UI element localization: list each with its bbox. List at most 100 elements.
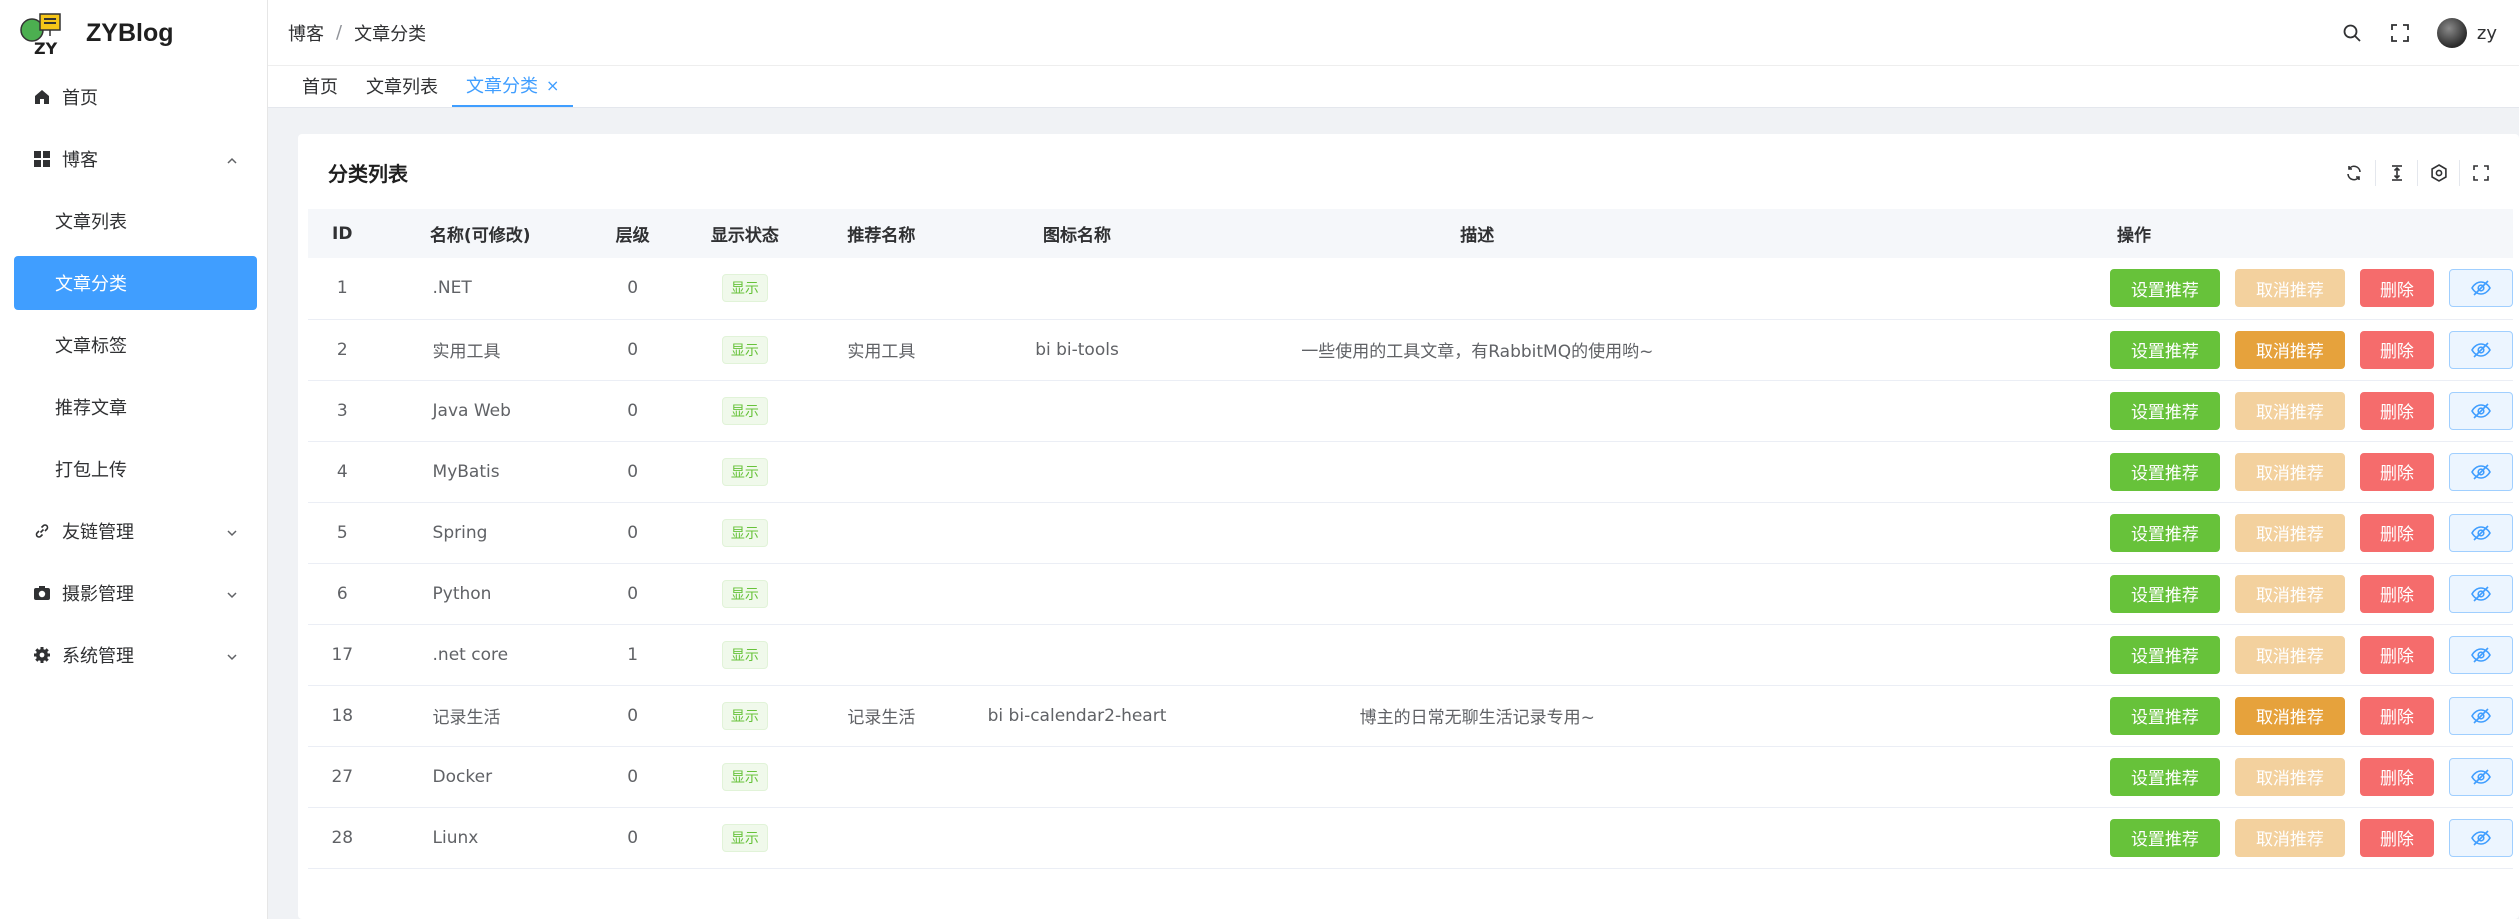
cancel-recommend-button[interactable]: 取消推荐 [2234,269,2345,308]
cancel-recommend-button[interactable]: 取消推荐 [2234,452,2345,491]
fullscreen-icon[interactable] [2459,160,2501,186]
hide-button[interactable] [2448,513,2513,552]
eye-slash-icon [2471,646,2491,664]
status-badge: 显示 [721,335,768,364]
set-recommend-button[interactable]: 设置推荐 [2109,452,2220,491]
hide-button[interactable] [2448,696,2513,735]
set-recommend-button[interactable]: 设置推荐 [2109,330,2220,369]
column-height-icon[interactable] [2375,160,2417,186]
cell-name[interactable]: .NET [376,258,584,320]
set-recommend-button[interactable]: 设置推荐 [2109,391,2220,430]
cell-name[interactable]: 实用工具 [376,319,584,381]
eye-slash-icon [2471,279,2491,297]
cell-level: 0 [583,319,682,381]
table-row: 6 Python 0 显示 设置推荐 取消推荐 删除 [308,563,2513,625]
delete-button[interactable]: 删除 [2359,635,2434,674]
sidebar-item-photography[interactable]: 摄影管理 [0,562,267,624]
search-icon[interactable] [2341,22,2363,44]
set-recommend-button[interactable]: 设置推荐 [2109,574,2220,613]
hide-button[interactable] [2448,635,2513,674]
delete-button[interactable]: 删除 [2359,757,2434,796]
status-badge: 显示 [721,457,768,486]
cancel-recommend-button[interactable]: 取消推荐 [2234,574,2345,613]
table-row: 27 Docker 0 显示 设置推荐 取消推荐 删除 [308,746,2513,808]
set-recommend-button[interactable]: 设置推荐 [2109,696,2220,735]
settings-icon[interactable] [2417,160,2459,186]
breadcrumb-item-blog[interactable]: 博客 [288,20,324,46]
set-recommend-button[interactable]: 设置推荐 [2109,757,2220,796]
status-badge: 显示 [721,762,768,791]
set-recommend-button[interactable]: 设置推荐 [2109,269,2220,308]
delete-button[interactable]: 删除 [2359,574,2434,613]
status-badge: 显示 [721,579,768,608]
cell-name[interactable]: MyBatis [376,441,584,503]
hide-button[interactable] [2448,574,2513,613]
cell-name[interactable]: Python [376,563,584,625]
cell-name[interactable]: .net core [376,624,584,686]
sidebar-item-article-category[interactable]: 文章分类 [14,256,257,310]
hide-button[interactable] [2448,269,2513,308]
cancel-recommend-button[interactable]: 取消推荐 [2234,513,2345,552]
hide-button[interactable] [2448,452,2513,491]
logo[interactable]: ZY ZYBlog [0,0,267,66]
cell-name[interactable]: 记录生活 [376,685,584,747]
delete-button[interactable]: 删除 [2359,269,2434,308]
hide-button[interactable] [2448,391,2513,430]
cell-recommend-name [808,746,955,808]
cell-actions: 设置推荐 取消推荐 删除 [1754,685,2513,747]
cancel-recommend-button[interactable]: 取消推荐 [2234,391,2345,430]
cell-id: 17 [308,624,377,686]
row-actions: 设置推荐 取消推荐 删除 [1755,574,2513,613]
breadcrumb-item-current: 文章分类 [354,23,427,45]
sidebar-item-article-list[interactable]: 文章列表 [0,190,267,252]
cancel-recommend-button[interactable]: 取消推荐 [2234,330,2345,369]
hide-button[interactable] [2448,330,2513,369]
sidebar-item-home[interactable]: 首页 [0,66,267,128]
delete-button[interactable]: 删除 [2359,818,2434,857]
set-recommend-button[interactable]: 设置推荐 [2109,818,2220,857]
delete-button[interactable]: 删除 [2359,513,2434,552]
cell-id: 18 [308,685,377,747]
sidebar-item-recommended[interactable]: 推荐文章 [0,376,267,438]
hide-button[interactable] [2448,818,2513,857]
cell-name[interactable]: Spring [376,502,584,564]
cell-name[interactable]: Liunx [376,807,584,869]
fullscreen-icon[interactable] [2389,22,2411,44]
eye-slash-icon [2471,707,2491,725]
hide-button[interactable] [2448,757,2513,796]
cell-actions: 设置推荐 取消推荐 删除 [1754,746,2513,808]
cell-icon-name [954,746,1200,808]
sidebar-item-links[interactable]: 友链管理 [0,500,267,562]
tab-home[interactable]: 首页 [288,65,352,107]
sidebar-item-article-tags[interactable]: 文章标签 [0,314,267,376]
set-recommend-button[interactable]: 设置推荐 [2109,635,2220,674]
chevron-down-icon [225,586,239,600]
sidebar-item-system[interactable]: 系统管理 [0,624,267,686]
refresh-icon[interactable] [2333,160,2375,186]
sidebar: ZY ZYBlog 首页 博客 文章列表 文章分类 文章标签 推荐文章 打包上传… [0,0,268,919]
cancel-recommend-button[interactable]: 取消推荐 [2234,696,2345,735]
cell-name[interactable]: Docker [376,746,584,808]
set-recommend-button[interactable]: 设置推荐 [2109,513,2220,552]
tab-article-list[interactable]: 文章列表 [352,65,452,107]
cell-level: 1 [583,624,682,686]
cell-name[interactable]: Java Web [376,380,584,442]
cell-recommend-name [808,380,955,442]
cell-level: 0 [583,563,682,625]
cell-actions: 设置推荐 取消推荐 删除 [1754,807,2513,869]
cell-description [1199,624,1755,686]
delete-button[interactable]: 删除 [2359,330,2434,369]
user-menu[interactable]: zy [2436,18,2497,48]
tab-article-category[interactable]: 文章分类 × [452,65,574,107]
cancel-recommend-button[interactable]: 取消推荐 [2234,818,2345,857]
delete-button[interactable]: 删除 [2359,391,2434,430]
sidebar-item-blog[interactable]: 博客 [0,128,267,190]
sidebar-item-package-upload[interactable]: 打包上传 [0,438,267,500]
delete-button[interactable]: 删除 [2359,696,2434,735]
column-header: 显示状态 [681,209,809,258]
cancel-recommend-button[interactable]: 取消推荐 [2234,635,2345,674]
cancel-recommend-button[interactable]: 取消推荐 [2234,757,2345,796]
delete-button[interactable]: 删除 [2359,452,2434,491]
column-header: 操作 [1754,209,2513,258]
close-icon[interactable]: × [546,76,559,95]
